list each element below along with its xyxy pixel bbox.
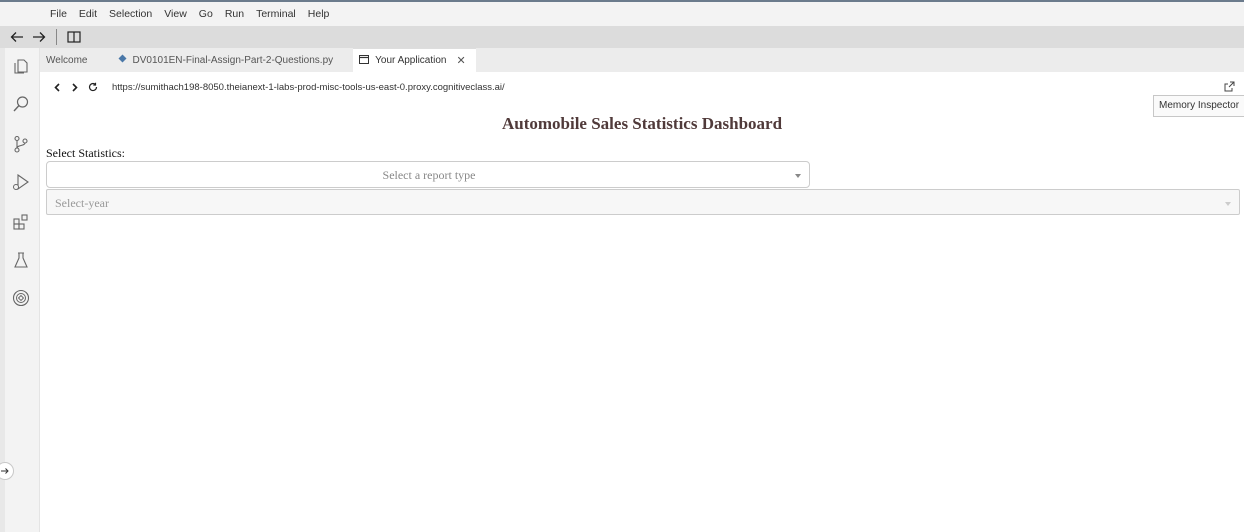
tab-your-application[interactable]: Your Application ✕ bbox=[353, 48, 476, 72]
open-external-icon[interactable] bbox=[1224, 81, 1236, 93]
caret-down-icon[interactable] bbox=[795, 174, 801, 178]
menu-bar: File Edit Selection View Go Run Terminal… bbox=[0, 2, 1244, 26]
menu-help[interactable]: Help bbox=[302, 2, 336, 26]
chevron-left-icon[interactable] bbox=[52, 81, 62, 93]
tab-welcome[interactable]: Welcome bbox=[40, 48, 98, 72]
extensions-icon[interactable] bbox=[11, 212, 31, 232]
url-field[interactable]: https://sumithach198-8050.theianext-1-la… bbox=[112, 82, 505, 93]
menu-run[interactable]: Run bbox=[219, 2, 250, 26]
split-layout-icon[interactable] bbox=[65, 28, 83, 46]
menu-terminal[interactable]: Terminal bbox=[250, 2, 302, 26]
window-icon bbox=[359, 54, 370, 67]
toolbar bbox=[0, 26, 1244, 48]
year-dropdown[interactable]: Select-year bbox=[46, 189, 1240, 215]
test-flask-icon[interactable] bbox=[11, 250, 31, 270]
close-icon[interactable]: ✕ bbox=[457, 54, 466, 67]
menu-file[interactable]: File bbox=[44, 2, 73, 26]
back-arrow-icon[interactable] bbox=[8, 28, 26, 46]
activity-bar-edge bbox=[0, 48, 5, 532]
run-debug-icon[interactable] bbox=[11, 172, 31, 192]
menu-go[interactable]: Go bbox=[193, 2, 219, 26]
tab-label: Welcome bbox=[46, 54, 88, 66]
report-type-placeholder: Select a report type bbox=[382, 168, 476, 182]
browser-address-bar: https://sumithach198-8050.theianext-1-la… bbox=[40, 74, 1244, 100]
activity-bar bbox=[0, 48, 40, 532]
explorer-icon[interactable] bbox=[11, 56, 31, 76]
refresh-icon[interactable] bbox=[88, 81, 98, 93]
menu-view[interactable]: View bbox=[158, 2, 193, 26]
report-type-dropdown[interactable]: Select a report type bbox=[46, 161, 810, 188]
skills-network-icon[interactable] bbox=[11, 288, 31, 308]
forward-arrow-icon[interactable] bbox=[30, 28, 48, 46]
expand-panel-button[interactable] bbox=[0, 462, 14, 480]
menu-selection[interactable]: Selection bbox=[103, 2, 158, 26]
search-icon[interactable] bbox=[11, 94, 31, 114]
source-control-icon[interactable] bbox=[11, 134, 31, 154]
python-file-icon bbox=[118, 54, 127, 66]
tab-python-file[interactable]: DV0101EN-Final-Assign-Part-2-Questions.p… bbox=[112, 48, 344, 72]
editor-tab-bar: Welcome DV0101EN-Final-Assign-Part-2-Que… bbox=[40, 48, 1244, 72]
page-title: Automobile Sales Statistics Dashboard bbox=[501, 114, 783, 133]
menu-edit[interactable]: Edit bbox=[73, 2, 103, 26]
dash-application: Automobile Sales Statistics Dashboard Se… bbox=[40, 100, 1244, 532]
select-statistics-label: Select Statistics: bbox=[46, 146, 125, 160]
toolbar-separator bbox=[56, 29, 57, 45]
caret-down-icon bbox=[1225, 202, 1231, 206]
chevron-right-icon[interactable] bbox=[70, 81, 80, 93]
tab-label: DV0101EN-Final-Assign-Part-2-Questions.p… bbox=[132, 54, 334, 66]
tab-label: Your Application bbox=[375, 55, 447, 66]
year-placeholder: Select-year bbox=[55, 196, 109, 210]
